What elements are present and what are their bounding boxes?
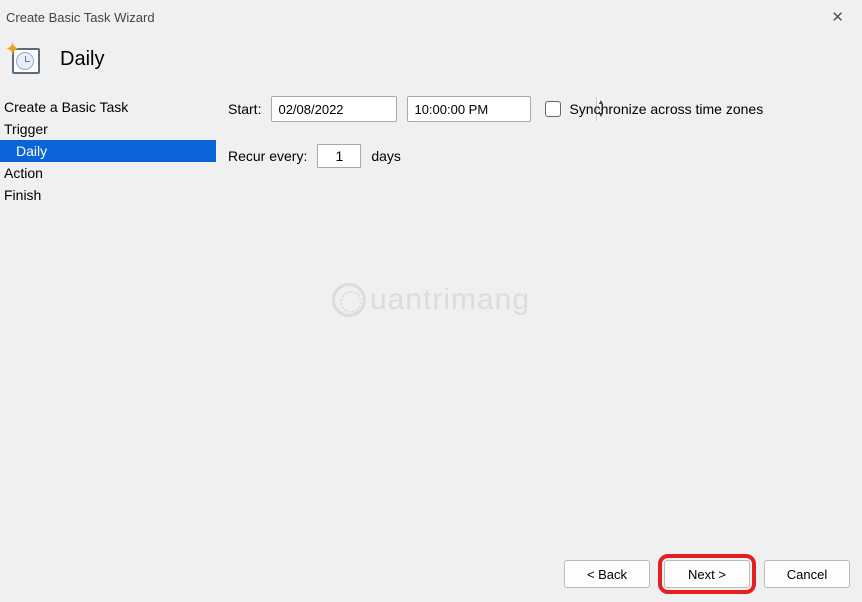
titlebar: Create Basic Task Wizard ✕ — [0, 0, 862, 34]
sidebar-item-trigger[interactable]: Trigger — [0, 118, 216, 140]
start-label: Start: — [228, 101, 261, 117]
sync-timezones-checkbox[interactable] — [545, 101, 561, 117]
main-pane: Start: ▦ ▾ ▲ ▼ Synchronize across time z… — [216, 96, 862, 544]
recur-value-input[interactable] — [317, 144, 361, 168]
recur-unit-label: days — [371, 148, 401, 164]
window-title: Create Basic Task Wizard — [6, 10, 155, 25]
wizard-steps-sidebar: Create a Basic Task Trigger Daily Action… — [0, 96, 216, 544]
sync-timezones-label: Synchronize across time zones — [569, 101, 763, 117]
start-row: Start: ▦ ▾ ▲ ▼ Synchronize across time z… — [228, 96, 850, 122]
recur-row: Recur every: days — [228, 144, 850, 168]
content-area: Create a Basic Task Trigger Daily Action… — [0, 96, 862, 544]
page-header: ✦ Daily — [0, 34, 862, 96]
next-button-highlight: Next > — [664, 560, 750, 588]
start-time-field[interactable]: ▲ ▼ — [407, 96, 531, 122]
task-scheduler-icon: ✦ — [8, 42, 42, 76]
sidebar-item-action[interactable]: Action — [0, 162, 216, 184]
close-icon[interactable]: ✕ — [821, 4, 854, 30]
start-date-field[interactable]: ▦ ▾ — [271, 96, 397, 122]
sidebar-item-daily[interactable]: Daily — [0, 140, 216, 162]
sidebar-item-create-task[interactable]: Create a Basic Task — [0, 96, 216, 118]
next-button[interactable]: Next > — [664, 560, 750, 588]
sync-timezones-group: Synchronize across time zones — [545, 101, 763, 117]
recur-label: Recur every: — [228, 148, 307, 164]
page-title: Daily — [60, 48, 104, 71]
back-button[interactable]: < Back — [564, 560, 650, 588]
sidebar-item-finish[interactable]: Finish — [0, 184, 216, 206]
wizard-footer: < Back Next > Cancel — [0, 546, 862, 602]
cancel-button[interactable]: Cancel — [764, 560, 850, 588]
